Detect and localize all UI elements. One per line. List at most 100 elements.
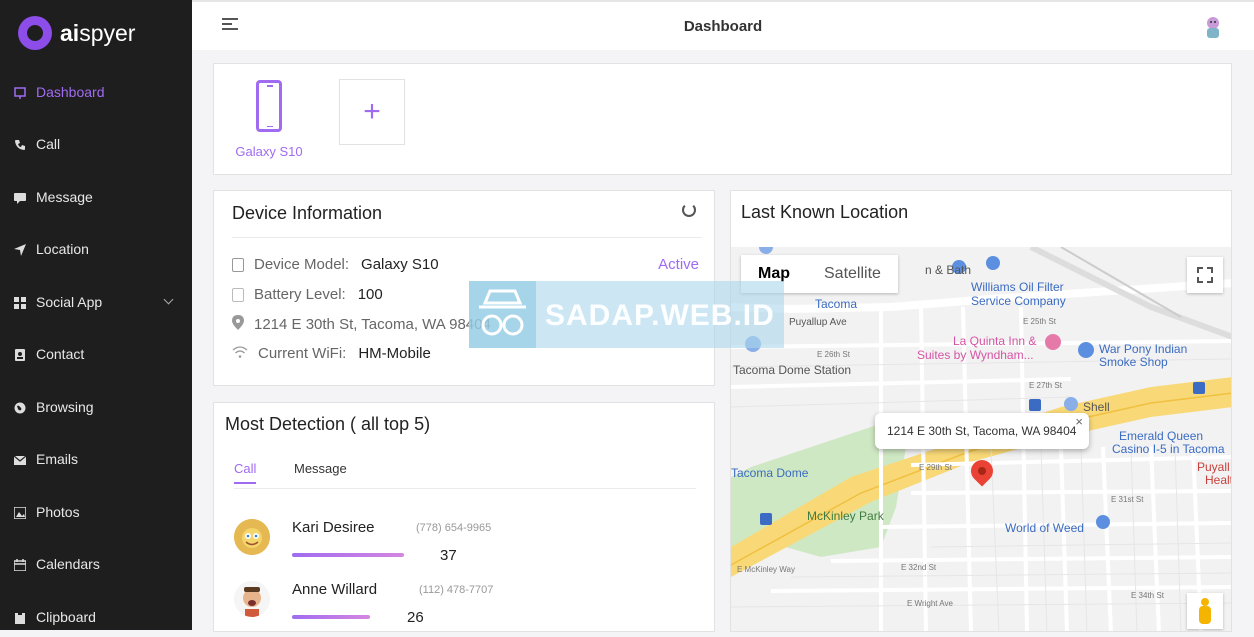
map-type-satellite-button[interactable]: Satellite	[807, 255, 898, 293]
contact-icon	[14, 348, 26, 361]
map-label: E 31st St	[1111, 495, 1144, 504]
avatar	[234, 581, 270, 617]
list-item[interactable]: Anne Willard (112) 478-7707 26	[234, 581, 694, 637]
watermark-text: SADAP.WEB.ID	[545, 299, 775, 332]
map-label: E 25th St	[1023, 317, 1056, 326]
sidebar-item-contact[interactable]: Contact	[0, 339, 192, 369]
sidebar-item-label: Contact	[36, 346, 85, 362]
map-label: World of Weed	[1005, 521, 1084, 535]
watermark: SADAP.WEB.ID	[469, 281, 784, 348]
status-badge: Active	[658, 256, 699, 273]
tab-call[interactable]: Call	[234, 461, 257, 484]
map-label: Puyall	[1197, 460, 1230, 474]
last-known-location-card: Last Known Location n & Bath Williams Oi…	[730, 190, 1232, 632]
sidebar-item-dashboard[interactable]: Dashboard	[0, 77, 192, 107]
sidebar-item-emails[interactable]: Emails	[0, 444, 192, 474]
map-label: War Pony Indian	[1099, 342, 1188, 356]
app-logo[interactable]: aispyer	[18, 16, 135, 50]
chevron-down-icon	[163, 294, 174, 305]
message-icon	[14, 191, 26, 204]
card-title: Device Information	[232, 203, 383, 223]
sidebar-item-browsing[interactable]: Browsing	[0, 392, 192, 422]
sidebar-item-label: Call	[36, 136, 61, 152]
map[interactable]: n & Bath Williams Oil Filter Service Com…	[731, 247, 1231, 631]
sidebar-item-label: Clipboard	[36, 609, 96, 625]
detection-count: 37	[440, 547, 457, 564]
map-label: E McKinley Way	[737, 565, 795, 574]
location-info-popup: 1214 E 30th St, Tacoma, WA 98404 ×	[875, 413, 1089, 449]
sidebar-item-photos[interactable]: Photos	[0, 497, 192, 527]
card-title: Last Known Location	[741, 202, 909, 222]
info-label: Current WiFi:	[258, 345, 347, 362]
sidebar-item-label: Browsing	[36, 399, 94, 415]
detection-tabs: Call Message	[234, 461, 696, 489]
map-label: Suites by Wyndham...	[917, 348, 1034, 362]
info-value: Galaxy S10	[361, 256, 439, 273]
sidebar-item-message[interactable]: Message	[0, 182, 192, 212]
map-label: Shell	[1083, 400, 1110, 414]
sidebar-item-clipboard[interactable]: Clipboard	[0, 602, 192, 632]
refresh-icon[interactable]	[682, 203, 696, 217]
map-label: Service Company	[971, 294, 1066, 308]
card-title: Most Detection ( all top 5)	[225, 414, 431, 434]
logo-icon	[18, 16, 52, 50]
device-name: Galaxy S10	[235, 144, 303, 159]
close-icon[interactable]: ×	[1075, 404, 1083, 440]
location-arrow-icon	[14, 243, 26, 256]
page-title: Dashboard	[683, 18, 763, 35]
sidebar-item-location[interactable]: Location	[0, 234, 192, 264]
globe-icon	[14, 401, 26, 414]
info-row-address: 1214 E 30th St, Tacoma, WA 98404	[232, 315, 491, 334]
top-bar: Dashboard	[192, 0, 1254, 50]
map-label: E Wright Ave	[907, 599, 953, 608]
sidebar-item-label: Calendars	[36, 556, 100, 572]
info-label: 1214 E 30th St, Tacoma, WA 98404	[254, 316, 491, 333]
device-tile[interactable]: Galaxy S10	[234, 78, 304, 159]
fullscreen-button[interactable]	[1187, 257, 1223, 293]
sidebar-item-label: Dashboard	[36, 84, 105, 100]
map-label: Tacoma Dome Station	[733, 363, 852, 377]
sidebar-item-label: Social App	[36, 294, 103, 310]
info-value: HM-Mobile	[358, 345, 431, 362]
mobile-icon	[232, 257, 244, 272]
info-row-wifi: Current WiFi: HM-Mobile	[232, 345, 431, 362]
avatar	[234, 519, 270, 555]
add-device-button[interactable]: +	[339, 79, 405, 145]
sidebar-item-call[interactable]: Call	[0, 129, 192, 159]
calendar-icon	[13, 558, 27, 572]
map-label: Tacoma	[815, 297, 858, 311]
grid-icon	[14, 296, 26, 309]
sidebar-item-label: Location	[36, 241, 89, 257]
map-label: E 29th St	[919, 463, 952, 472]
user-avatar[interactable]	[1200, 14, 1226, 40]
wifi-icon	[232, 345, 248, 362]
contact-phone: (112) 478-7707	[419, 584, 494, 596]
info-value: 100	[357, 286, 383, 303]
map-label: Casino I-5 in Tacoma	[1112, 442, 1225, 456]
map-label: E 26th St	[817, 350, 850, 359]
tab-message[interactable]: Message	[294, 461, 347, 482]
map-label: Tacoma Dome	[731, 466, 809, 480]
smartphone-icon	[256, 80, 282, 132]
sidebar-item-social-app[interactable]: Social App	[0, 287, 192, 317]
contact-phone: (778) 654-9965	[416, 522, 492, 534]
divider	[232, 237, 702, 238]
sidebar-item-label: Emails	[36, 451, 79, 467]
map-label: Williams Oil Filter	[971, 280, 1064, 294]
detection-bar	[292, 553, 404, 557]
sidebar-item-calendars[interactable]: Calendars	[0, 549, 192, 579]
devices-card: Galaxy S10 +	[213, 63, 1232, 175]
most-detection-card: Most Detection ( all top 5) Call Message…	[213, 402, 715, 632]
street-view-pegman-icon[interactable]	[1187, 593, 1223, 629]
map-label: La Quinta Inn &	[953, 334, 1037, 348]
clipboard-icon	[14, 611, 26, 624]
detection-count: 26	[407, 609, 424, 626]
map-label: E 34th St	[1131, 591, 1164, 600]
spy-logo-icon	[469, 281, 536, 348]
list-item[interactable]: Kari Desiree (778) 654-9965 37	[234, 519, 694, 575]
map-label: E 27th St	[1029, 381, 1062, 390]
phone-icon	[14, 138, 26, 150]
map-label: Smoke Shop	[1099, 355, 1168, 369]
popup-address: 1214 E 30th St, Tacoma, WA 98404	[887, 424, 1077, 438]
map-label: Health	[1205, 473, 1231, 487]
